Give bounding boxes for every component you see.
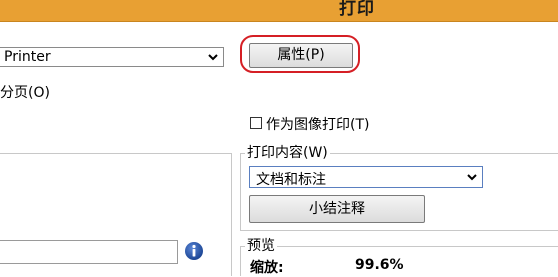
preview-legend: 预览 bbox=[245, 235, 277, 255]
print-content-select[interactable]: 文档和标注 bbox=[249, 166, 483, 188]
left-group-right-border bbox=[231, 153, 232, 276]
print-as-image-label[interactable]: 作为图像打印(T) bbox=[266, 114, 369, 134]
content-group-bottom-border bbox=[240, 230, 558, 231]
pages-input[interactable] bbox=[0, 240, 178, 264]
title-bar: 打印 bbox=[0, 0, 558, 22]
chevron-down-icon bbox=[467, 174, 477, 181]
print-content-legend: 打印内容(W) bbox=[245, 142, 330, 162]
info-icon[interactable] bbox=[184, 241, 204, 261]
content-group-left-border bbox=[240, 153, 241, 231]
chevron-down-icon bbox=[208, 54, 218, 61]
window-title: 打印 bbox=[339, 0, 375, 19]
highlight-ring bbox=[240, 35, 360, 73]
print-as-image-checkbox[interactable] bbox=[250, 117, 262, 129]
printer-select[interactable]: Printer bbox=[0, 47, 224, 67]
printer-select-value: Printer bbox=[4, 49, 51, 65]
zoom-label: 缩放: bbox=[250, 260, 284, 276]
collate-label: 分页(O) bbox=[0, 85, 50, 101]
summarize-comments-button[interactable]: 小结注释 bbox=[249, 195, 425, 223]
preview-group-left-border bbox=[240, 246, 241, 276]
left-group-top-border bbox=[0, 153, 232, 154]
zoom-value: 99.6% bbox=[355, 257, 404, 273]
preview-group-top-border bbox=[240, 246, 558, 247]
print-content-select-value: 文档和标注 bbox=[256, 172, 326, 188]
